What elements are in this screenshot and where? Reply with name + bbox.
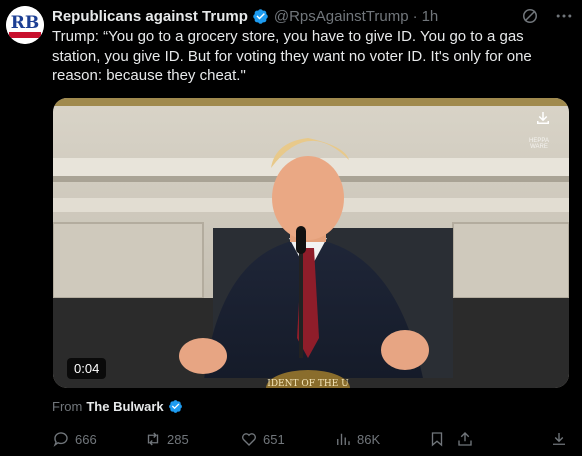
from-label: From <box>52 399 83 414</box>
reply-count: 666 <box>75 431 97 447</box>
tweet-text: Trump: “You go to a grocery store, you h… <box>52 28 532 84</box>
bookmark-button[interactable] <box>428 428 446 450</box>
tweet-header: Republicans against Trump @RpsAgainstTru… <box>52 6 438 26</box>
download-button[interactable] <box>550 428 568 450</box>
download-icon <box>553 433 565 445</box>
like-button[interactable]: 651 <box>240 428 285 450</box>
action-bar: 666 285 651 86K <box>52 428 572 450</box>
source-verified-icon <box>168 399 183 414</box>
download-icon <box>537 112 549 124</box>
reply-button[interactable]: 666 <box>52 428 97 450</box>
source-name[interactable]: The Bulwark <box>86 399 163 414</box>
like-icon <box>242 433 256 446</box>
video-duration: 0:04 <box>67 358 107 379</box>
author-handle[interactable]: @RpsAgainstTrump <box>274 8 409 25</box>
video-download-button[interactable] <box>527 104 559 132</box>
verified-badge-icon[interactable] <box>252 8 269 25</box>
video-watermark: HEPPA WARE <box>529 138 549 150</box>
source-attribution: From The Bulwark <box>52 399 183 414</box>
tweet: RB Republicans against Trump @RpsAgainst… <box>0 0 582 456</box>
avatar-logo: RB <box>6 6 44 44</box>
reply-icon <box>53 432 68 447</box>
podium-seal-text: IDENT OF THE U <box>267 379 349 388</box>
share-icon <box>458 432 472 446</box>
views-icon <box>337 433 350 445</box>
share-button[interactable] <box>456 428 474 450</box>
grok-icon[interactable] <box>520 6 540 26</box>
bookmark-icon <box>431 432 443 447</box>
video-player[interactable]: IDENT OF THE U HEPPA WARE 0:04 <box>53 98 569 388</box>
timestamp[interactable]: 1h <box>422 8 439 25</box>
avatar[interactable]: RB <box>6 6 44 44</box>
author-name[interactable]: Republicans against Trump <box>52 8 248 25</box>
like-count: 651 <box>263 431 285 447</box>
avatar-text: RB <box>11 13 40 33</box>
video-frame: IDENT OF THE U <box>53 98 569 388</box>
views-button[interactable]: 86K <box>334 428 380 450</box>
repost-button[interactable]: 285 <box>144 428 189 450</box>
views-count: 86K <box>357 431 381 447</box>
repost-count: 285 <box>167 431 189 447</box>
separator-dot: · <box>412 7 418 25</box>
top-actions <box>520 6 574 26</box>
repost-icon <box>147 432 159 446</box>
more-icon[interactable] <box>554 6 574 26</box>
